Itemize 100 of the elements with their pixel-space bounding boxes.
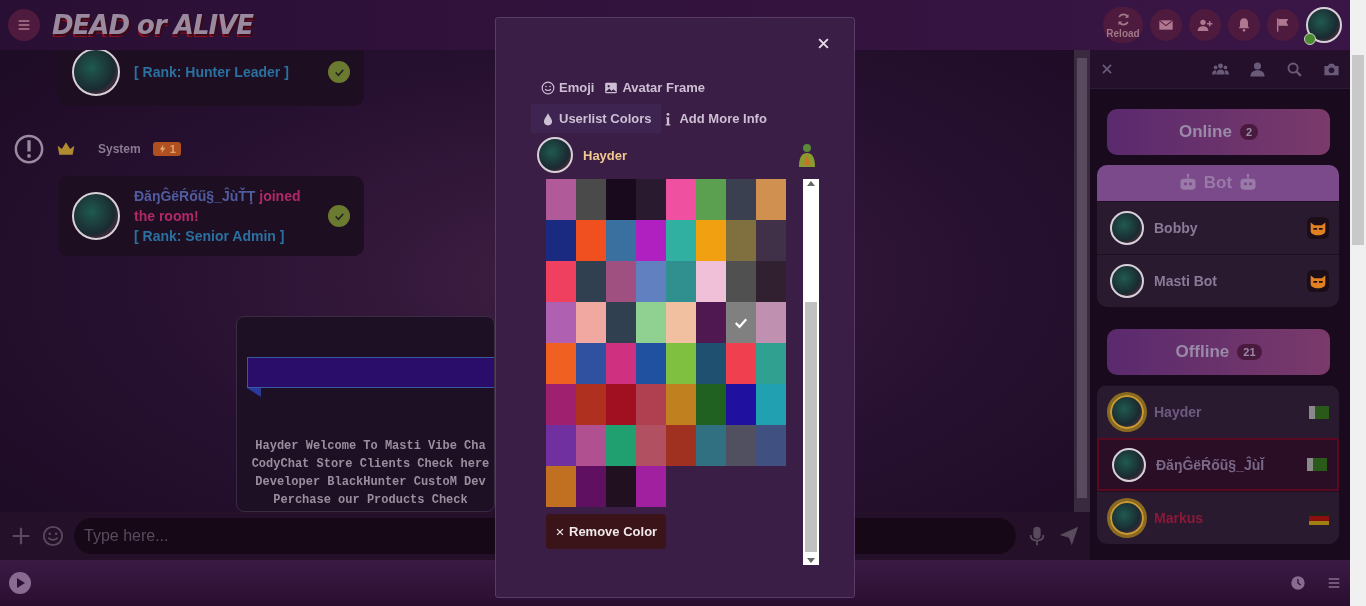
color-swatch[interactable] (546, 466, 576, 507)
tab[interactable]: Emoji (541, 73, 605, 102)
color-swatch[interactable] (666, 302, 696, 343)
user-name: ĐăŋĜëŔőũ§_ĴùĬ (1156, 456, 1266, 473)
close-icon (816, 36, 831, 51)
online-status-icon (1304, 33, 1316, 45)
reload-button[interactable]: Reload (1103, 7, 1143, 43)
color-swatch[interactable] (696, 261, 726, 302)
color-swatch[interactable] (726, 384, 756, 425)
color-swatch[interactable] (606, 425, 636, 466)
rank-label: [ Rank: Senior Admin ] (134, 227, 286, 246)
color-swatch[interactable] (666, 343, 696, 384)
user-row[interactable]: Masti Bot (1097, 254, 1339, 307)
color-swatch[interactable] (576, 343, 606, 384)
color-swatch[interactable] (576, 220, 606, 261)
color-swatch[interactable] (636, 179, 666, 220)
friend-requests-button[interactable] (1189, 9, 1221, 41)
smiley-icon (42, 525, 64, 547)
user-count: 2 (1239, 124, 1258, 140)
close-icon (555, 526, 565, 537)
close-icon[interactable] (1100, 62, 1114, 76)
color-swatch[interactable] (636, 261, 666, 302)
remove-color-button[interactable]: Remove Color (546, 514, 667, 549)
color-swatch[interactable] (546, 261, 576, 302)
send-button[interactable] (1058, 525, 1080, 547)
color-swatch[interactable] (666, 384, 696, 425)
color-swatch[interactable] (576, 425, 606, 466)
close-button[interactable] (816, 36, 831, 51)
color-swatch[interactable] (606, 466, 636, 507)
color-swatch[interactable] (726, 220, 756, 261)
color-swatch[interactable] (576, 261, 606, 302)
color-swatch[interactable] (636, 343, 666, 384)
color-swatch[interactable] (546, 302, 576, 343)
color-swatch[interactable] (606, 261, 636, 302)
play-button[interactable] (8, 571, 32, 595)
tab[interactable]: Avatar Frame (604, 73, 716, 102)
color-swatch[interactable] (546, 179, 576, 220)
messages-button[interactable] (1150, 9, 1182, 41)
menu-icon (16, 17, 32, 33)
color-swatch[interactable] (666, 425, 696, 466)
color-swatch[interactable] (726, 343, 756, 384)
color-swatch[interactable] (606, 384, 636, 425)
color-swatch[interactable] (756, 425, 786, 466)
color-swatch[interactable] (726, 179, 756, 220)
color-swatch[interactable] (696, 302, 726, 343)
color-swatch[interactable] (546, 343, 576, 384)
search-icon[interactable] (1286, 60, 1303, 78)
color-swatch[interactable] (576, 384, 606, 425)
color-swatch[interactable] (546, 384, 576, 425)
color-swatch[interactable] (696, 343, 726, 384)
color-swatch[interactable] (756, 384, 786, 425)
emoji-button[interactable] (42, 525, 64, 547)
color-swatch[interactable] (576, 179, 606, 220)
menu-button[interactable] (8, 9, 40, 41)
color-list-scrollbar[interactable] (803, 179, 819, 565)
color-swatch[interactable] (696, 220, 726, 261)
reports-button[interactable] (1267, 9, 1299, 41)
color-swatch[interactable] (636, 425, 666, 466)
color-swatch[interactable] (606, 343, 636, 384)
color-swatch[interactable] (726, 302, 756, 343)
color-swatch[interactable] (636, 466, 666, 507)
color-swatch[interactable] (606, 179, 636, 220)
user-row[interactable]: Bobby (1097, 201, 1339, 254)
announcement-text: Perchase our Products Check (273, 492, 468, 509)
color-swatch[interactable] (546, 220, 576, 261)
menu-icon[interactable] (1326, 575, 1342, 591)
color-swatch[interactable] (606, 220, 636, 261)
tab[interactable]: Userlist Colors (531, 104, 662, 133)
attach-button[interactable] (10, 525, 32, 547)
color-swatch[interactable] (696, 384, 726, 425)
level-badge: 1 (152, 142, 181, 156)
color-swatch[interactable] (696, 425, 726, 466)
color-swatch[interactable] (666, 220, 696, 261)
color-swatch[interactable] (666, 261, 696, 302)
user-icon[interactable] (1249, 60, 1266, 78)
color-swatch[interactable] (636, 302, 666, 343)
clock-icon[interactable] (1290, 575, 1306, 591)
color-swatch[interactable] (576, 466, 606, 507)
color-swatch[interactable] (756, 302, 786, 343)
color-swatch[interactable] (636, 384, 666, 425)
bell-icon (1236, 17, 1252, 33)
color-swatch[interactable] (726, 425, 756, 466)
color-swatch[interactable] (666, 179, 696, 220)
color-swatch[interactable] (756, 343, 786, 384)
section-title: Offline (1175, 342, 1230, 362)
color-swatch[interactable] (756, 220, 786, 261)
notifications-button[interactable] (1228, 9, 1260, 41)
color-swatch[interactable] (636, 220, 666, 261)
color-swatch[interactable] (696, 179, 726, 220)
color-swatch[interactable] (726, 261, 756, 302)
tab[interactable]: Add More Info (661, 104, 777, 133)
user-avatar[interactable] (1306, 7, 1342, 43)
page-scrollbar-thumb[interactable] (1352, 55, 1364, 245)
user-row[interactable]: ĐăŋĜëŔőũ§_ĴùĬ (1097, 438, 1339, 491)
color-swatch[interactable] (576, 302, 606, 343)
color-swatch[interactable] (546, 425, 576, 466)
color-swatch[interactable] (756, 261, 786, 302)
color-swatch[interactable] (606, 302, 636, 343)
color-swatch[interactable] (756, 179, 786, 220)
chat-scrollbar[interactable] (1074, 50, 1090, 512)
